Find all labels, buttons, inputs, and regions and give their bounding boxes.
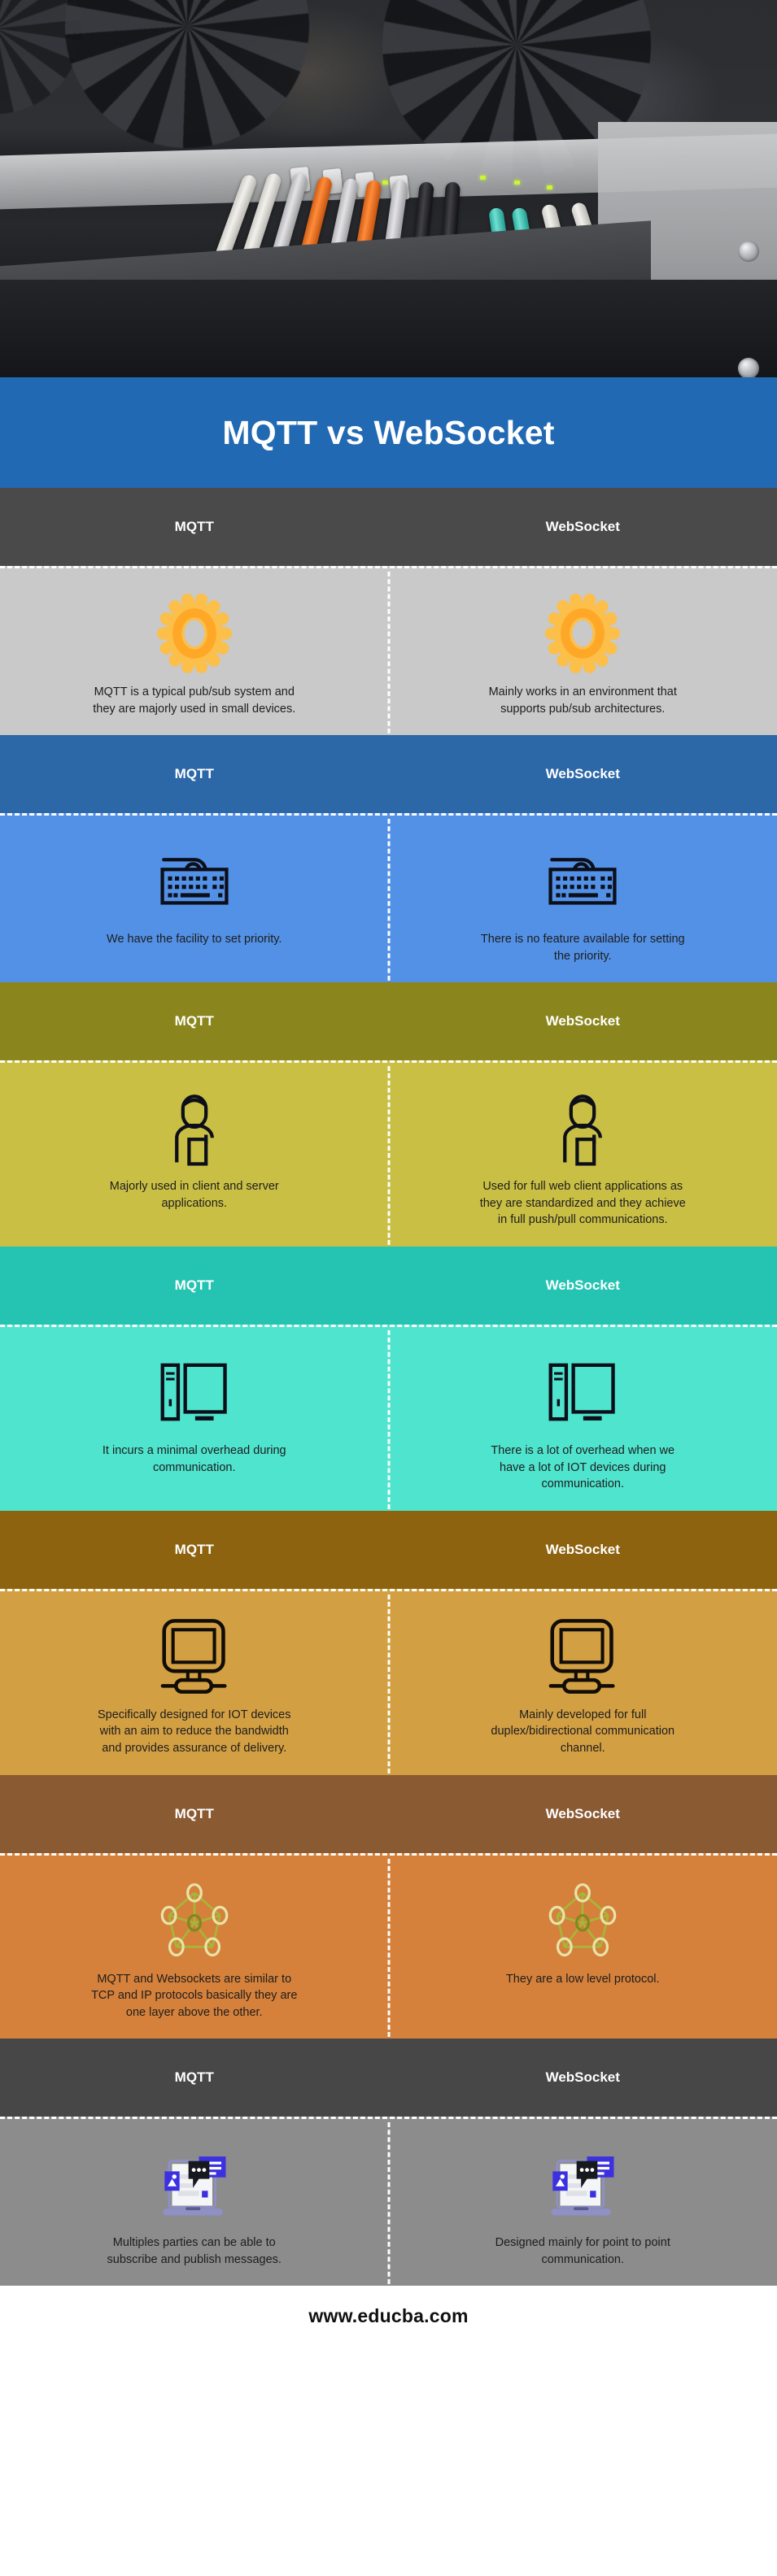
laptop-chat-icon: [150, 2139, 239, 2230]
column-divider: [387, 572, 390, 734]
person-icon: [159, 1082, 229, 1173]
section-label-mqtt: MQTT: [174, 766, 214, 782]
footer: www.educba.com: [0, 2286, 777, 2347]
page-title: MQTT vs WebSocket: [222, 413, 555, 451]
section-label-websocket: WebSocket: [545, 1277, 620, 1294]
section-header-pubsub: MQTT WebSocket: [0, 488, 777, 566]
cell-mqtt-messaging: Multiples parties can be able to subscri…: [0, 2119, 389, 2286]
section-header-priority: MQTT WebSocket: [0, 735, 777, 814]
cell-mqtt-applications: Majorly used in client and server applic…: [0, 1063, 389, 1247]
title-band: MQTT vs WebSocket: [0, 377, 777, 488]
section-label-websocket: WebSocket: [545, 2069, 620, 2086]
section-label-mqtt: MQTT: [174, 519, 214, 534]
column-divider: [387, 1330, 390, 1509]
cell-text-websocket: Designed mainly for point to point commu…: [495, 2236, 670, 2266]
cell-text-mqtt: MQTT is a typical pub/sub system and the…: [93, 685, 296, 716]
monitor-icon: [154, 1611, 235, 1702]
section-body-pubsub: MQTT is a typical pub/sub system and the…: [0, 566, 777, 736]
keyboard-icon: [543, 835, 622, 926]
section-body-messaging: Multiples parties can be able to subscri…: [0, 2117, 777, 2287]
comparison-section-protocol-layer: MQTT WebSocket MQTT and Websockets are s…: [0, 1774, 777, 2039]
section-body-overhead: It incurs a minimal overhead during comm…: [0, 1325, 777, 1511]
comparison-section-design-purpose: MQTT WebSocket Specifically designed for…: [0, 1510, 777, 1775]
cell-mqtt-pubsub: MQTT is a typical pub/sub system and the…: [0, 568, 389, 735]
column-divider: [387, 2122, 390, 2285]
section-label-websocket: WebSocket: [545, 519, 620, 534]
section-label-mqtt: MQTT: [174, 1805, 214, 1821]
keyboard-icon: [155, 835, 234, 926]
comparison-section-overhead: MQTT WebSocket It incurs a minimal overh…: [0, 1247, 777, 1511]
column-divider: [387, 1858, 390, 2038]
section-header-overhead: MQTT WebSocket: [0, 1247, 777, 1325]
screw-icon: [738, 358, 759, 377]
section-body-design-purpose: Specifically designed for IOT devices wi…: [0, 1588, 777, 1775]
comparison-section-pubsub: MQTT WebSocket MQTT is a typical pub/sub…: [0, 488, 777, 736]
comparison-section-messaging: MQTT WebSocket Multiples parties can be …: [0, 2039, 777, 2287]
section-header-design-purpose: MQTT WebSocket: [0, 1510, 777, 1589]
section-body-applications: Majorly used in client and server applic…: [0, 1060, 777, 1247]
section-label-mqtt: MQTT: [174, 2069, 214, 2086]
cell-mqtt-priority: We have the facility to set priority.: [0, 816, 389, 982]
port-led-icon: [480, 176, 486, 180]
cell-text-mqtt: Majorly used in client and server applic…: [109, 1180, 279, 1210]
cell-websocket-priority: There is no feature available for settin…: [389, 816, 777, 982]
section-body-protocol-layer: MQTT and Websockets are similar to TCP a…: [0, 1852, 777, 2039]
monitor-icon: [542, 1611, 623, 1702]
section-header-applications: MQTT WebSocket: [0, 982, 777, 1061]
cell-text-mqtt: It incurs a minimal overhead during comm…: [102, 1444, 286, 1474]
cell-websocket-protocol-layer: They are a low level protocol.: [389, 1856, 777, 2039]
section-label-mqtt: MQTT: [174, 1541, 214, 1557]
comparison-section-applications: MQTT WebSocket Majorly used in client an…: [0, 982, 777, 1247]
cell-text-websocket: There is a lot of overhead when we have …: [491, 1444, 675, 1491]
cell-text-websocket: They are a low level protocol.: [505, 1972, 660, 1986]
laptop-chat-icon: [538, 2139, 627, 2230]
section-label-websocket: WebSocket: [545, 766, 620, 782]
cell-websocket-pubsub: Mainly works in an environment that supp…: [389, 568, 777, 735]
network-nodes-icon: [543, 1875, 622, 1966]
port-led-icon: [547, 185, 552, 189]
cell-text-mqtt: MQTT and Websockets are similar to TCP a…: [91, 1972, 298, 2019]
section-label-websocket: WebSocket: [545, 1541, 620, 1557]
lower-chassis-panel: [0, 280, 777, 377]
cell-websocket-messaging: Designed mainly for point to point commu…: [389, 2119, 777, 2286]
column-divider: [387, 1594, 390, 1773]
cell-websocket-design-purpose: Mainly developed for full duplex/bidirec…: [389, 1591, 777, 1775]
comparison-section-priority: MQTT WebSocket We have the facility to s…: [0, 735, 777, 983]
gear-icon: [543, 588, 622, 679]
cell-mqtt-design-purpose: Specifically designed for IOT devices wi…: [0, 1591, 389, 1775]
footer-url: www.educba.com: [308, 2304, 469, 2326]
desktop-tower-icon: [543, 1347, 622, 1438]
desktop-tower-icon: [155, 1347, 234, 1438]
gear-icon: [155, 588, 234, 679]
cell-text-mqtt: We have the facility to set priority.: [107, 933, 282, 946]
section-header-messaging: MQTT WebSocket: [0, 2039, 777, 2117]
network-nodes-icon: [155, 1875, 234, 1966]
section-label-websocket: WebSocket: [545, 1805, 620, 1821]
section-label-websocket: WebSocket: [545, 1013, 620, 1029]
section-body-priority: We have the facility to set priority. Th…: [0, 813, 777, 983]
cell-text-websocket: Mainly works in an environment that supp…: [488, 685, 677, 716]
cell-text-websocket: There is no feature available for settin…: [480, 933, 685, 963]
cell-text-websocket: Used for full web client applications as…: [479, 1180, 686, 1227]
port-led-icon: [382, 181, 388, 185]
cell-websocket-applications: Used for full web client applications as…: [389, 1063, 777, 1247]
person-icon: [548, 1082, 618, 1173]
hero-photo-network-switch: [0, 0, 777, 377]
cell-text-mqtt: Multiples parties can be able to subscri…: [107, 2236, 282, 2266]
cell-text-mqtt: Specifically designed for IOT devices wi…: [98, 1708, 291, 1755]
column-divider: [387, 1066, 390, 1246]
screw-icon: [738, 241, 759, 262]
comparison-sections: MQTT WebSocket MQTT is a typical pub/sub…: [0, 488, 777, 2287]
cell-mqtt-protocol-layer: MQTT and Websockets are similar to TCP a…: [0, 1856, 389, 2039]
infographic-root: MQTT vs WebSocket MQTT WebSocket MQTT is…: [0, 0, 777, 2347]
cell-text-websocket: Mainly developed for full duplex/bidirec…: [491, 1708, 675, 1755]
cell-websocket-overhead: There is a lot of overhead when we have …: [389, 1327, 777, 1511]
section-label-mqtt: MQTT: [174, 1277, 214, 1294]
section-header-protocol-layer: MQTT WebSocket: [0, 1774, 777, 1853]
section-label-mqtt: MQTT: [174, 1013, 214, 1029]
cell-mqtt-overhead: It incurs a minimal overhead during comm…: [0, 1327, 389, 1511]
port-led-icon: [514, 181, 520, 185]
column-divider: [387, 819, 390, 981]
